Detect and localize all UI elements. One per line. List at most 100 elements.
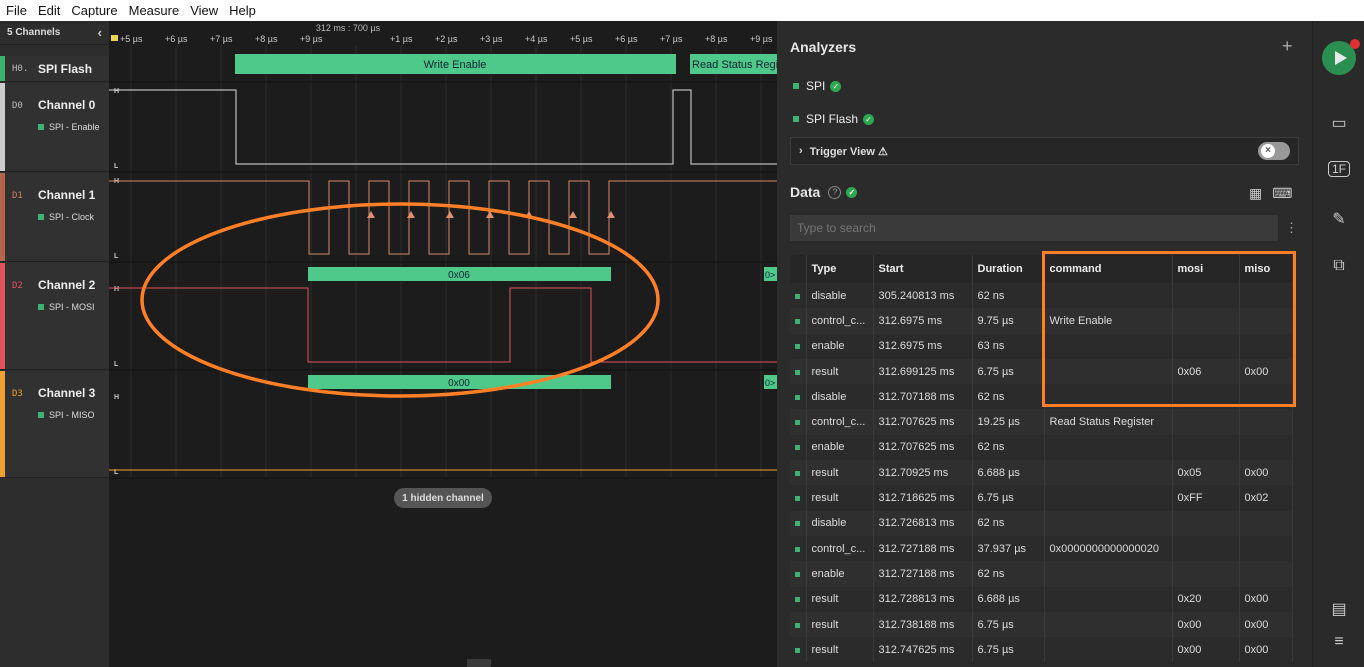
device-icon[interactable]: ▭ — [1325, 113, 1353, 133]
trigger-marker[interactable] — [111, 35, 118, 41]
table-row[interactable]: result 312.699125 ms 6.75 µs 0x06 0x00 — [790, 358, 1293, 385]
chevron-right-icon: › — [799, 145, 803, 157]
channel-analyzer-label: SPI - MOSI — [38, 302, 95, 312]
analyzers-panel: Analyzers + SPI ✓ SPI Flash ✓ › Trigger … — [777, 21, 1312, 667]
trigger-view-row[interactable]: › Trigger View ⚠ × — [790, 137, 1299, 165]
cell-type: result — [806, 358, 874, 385]
menu-view[interactable]: View — [190, 3, 218, 18]
cell-command — [1044, 485, 1173, 511]
help-icon[interactable]: ? — [828, 185, 842, 199]
menu-capture[interactable]: Capture — [71, 3, 117, 18]
cell-command — [1044, 283, 1173, 309]
menu-edit[interactable]: Edit — [38, 3, 60, 18]
analyzers-icon[interactable]: 1F — [1328, 161, 1350, 177]
column-header-type[interactable]: Type — [806, 255, 874, 283]
analyzer-item-spi-flash[interactable]: SPI Flash ✓ — [793, 112, 875, 126]
search-input[interactable] — [790, 215, 1278, 241]
terminal-view-icon[interactable]: ⌨ — [1272, 185, 1292, 202]
table-row[interactable]: disable 305.240813 ms 62 ns — [790, 283, 1293, 309]
cell-command — [1044, 561, 1173, 587]
cell-mosi — [1172, 384, 1240, 410]
channel-color-strip — [0, 371, 5, 477]
cell-duration: 9.75 µs — [972, 308, 1045, 334]
cell-type: result — [806, 611, 874, 638]
table-row[interactable]: result 312.728813 ms 6.688 µs 0x20 0x00 — [790, 586, 1293, 612]
cell-command — [1044, 611, 1173, 638]
cell-miso — [1239, 535, 1293, 562]
mosi-frame-next-label: 0> — [765, 270, 775, 280]
cell-start: 312.726813 ms — [873, 510, 973, 536]
cell-miso: 0x00 — [1239, 586, 1293, 612]
table-row[interactable]: control_c... 312.707625 ms 19.25 µs Read St… — [790, 409, 1293, 435]
table-row[interactable]: result 312.747625 ms 6.75 µs 0x00 0x00 — [790, 637, 1293, 663]
analyzer-label: SPI Flash — [806, 112, 859, 126]
table-view-icon[interactable]: ▦ — [1249, 185, 1262, 202]
analyzers-title: Analyzers — [790, 39, 857, 55]
channel-row-spi-flash[interactable]: H0. SPI Flash — [0, 56, 109, 82]
cell-start: 312.747625 ms — [873, 637, 973, 663]
cell-mosi — [1172, 308, 1240, 334]
horizontal-scroll-thumb[interactable] — [467, 659, 491, 667]
cell-miso — [1239, 283, 1293, 309]
menu-help[interactable]: Help — [229, 3, 256, 18]
row-marker-icon — [790, 485, 807, 511]
cell-type: enable — [806, 561, 874, 587]
analyzer-item-spi[interactable]: SPI ✓ — [793, 79, 842, 93]
tick-label: +7 µs — [660, 34, 683, 44]
channel-analyzer-label: SPI - Enable — [38, 122, 100, 132]
table-row[interactable]: enable 312.727188 ms 62 ns — [790, 561, 1293, 587]
column-header-start[interactable]: Start — [873, 255, 973, 283]
ruler-icon[interactable]: ✎ — [1325, 209, 1353, 229]
hidden-channel-pill[interactable]: 1 hidden channel — [394, 488, 492, 508]
extensions-icon[interactable]: ⧉ — [1325, 257, 1353, 275]
table-row[interactable]: result 312.718625 ms 6.75 µs 0xFF 0x02 — [790, 485, 1293, 511]
table-row[interactable]: control_c... 312.6975 ms 9.75 µs Write Enab… — [790, 308, 1293, 334]
chat-icon[interactable]: ▤ — [1325, 599, 1353, 619]
cell-miso — [1239, 384, 1293, 410]
cell-duration: 6.688 µs — [972, 586, 1045, 612]
right-toolbar: ▭ 1F ✎ ⧉ ▤ ≡ — [1312, 21, 1364, 667]
channel-list: 5 Channels ‹ H0. SPI Flash D0 Channel 0 … — [0, 21, 109, 667]
channel-1-signal — [109, 180, 777, 255]
table-row[interactable]: enable 312.6975 ms 63 ns — [790, 333, 1293, 359]
table-row[interactable]: disable 312.707188 ms 62 ns — [790, 384, 1293, 410]
trigger-toggle[interactable]: × — [1258, 142, 1290, 160]
cell-start: 312.718625 ms — [873, 485, 973, 511]
table-row[interactable]: enable 312.707625 ms 62 ns — [790, 434, 1293, 461]
column-header-duration[interactable]: Duration — [972, 255, 1045, 283]
column-header-mosi[interactable]: mosi — [1172, 255, 1240, 283]
channel-tag: H0. — [12, 64, 29, 74]
add-analyzer-button[interactable]: + — [1282, 36, 1293, 57]
channel-row-channel-1[interactable]: D1 Channel 1 SPI - Clock — [0, 173, 109, 262]
menu-icon[interactable]: ≡ — [1325, 633, 1353, 651]
column-header-marker — [790, 255, 807, 283]
cell-type: result — [806, 485, 874, 511]
cell-type: result — [806, 460, 874, 486]
table-row[interactable]: result 312.70925 ms 6.688 µs 0x05 0x00 — [790, 460, 1293, 486]
table-row[interactable]: control_c... 312.727188 ms 37.937 µs 0x0000… — [790, 535, 1293, 562]
channel-row-channel-3[interactable]: D3 Channel 3 SPI - MISO — [0, 371, 109, 478]
cell-mosi — [1172, 535, 1240, 562]
waveform-view[interactable]: 312 ms : 700 µs +5 µs +6 µs +7 µs +8 µs … — [109, 21, 777, 667]
cell-miso — [1239, 510, 1293, 536]
cell-type: enable — [806, 333, 874, 359]
table-row[interactable]: result 312.738188 ms 6.75 µs 0x00 0x00 — [790, 611, 1293, 638]
cell-mosi: 0x00 — [1172, 637, 1240, 663]
data-table: Type Start Duration command mosi miso di… — [790, 255, 1293, 663]
cell-type: control_c... — [806, 308, 874, 334]
cell-mosi — [1172, 333, 1240, 359]
data-title: Data — [790, 184, 821, 200]
chevron-left-icon[interactable]: ‹ — [98, 25, 102, 40]
cell-mosi: 0xFF — [1172, 485, 1240, 511]
column-header-command[interactable]: command — [1044, 255, 1173, 283]
menu-file[interactable]: File — [6, 3, 27, 18]
cell-duration: 62 ns — [972, 283, 1045, 309]
column-header-miso[interactable]: miso — [1239, 255, 1293, 283]
channel-row-channel-0[interactable]: D0 Channel 0 SPI - Enable — [0, 83, 109, 172]
table-row[interactable]: disable 312.726813 ms 62 ns — [790, 510, 1293, 536]
channel-row-channel-2[interactable]: D2 Channel 2 SPI - MOSI — [0, 263, 109, 370]
miso-frame-label: 0x00 — [448, 378, 470, 389]
analyzer-label: SPI — [806, 79, 826, 93]
menu-measure[interactable]: Measure — [129, 3, 180, 18]
more-options-icon[interactable]: ⋮ — [1285, 220, 1298, 236]
